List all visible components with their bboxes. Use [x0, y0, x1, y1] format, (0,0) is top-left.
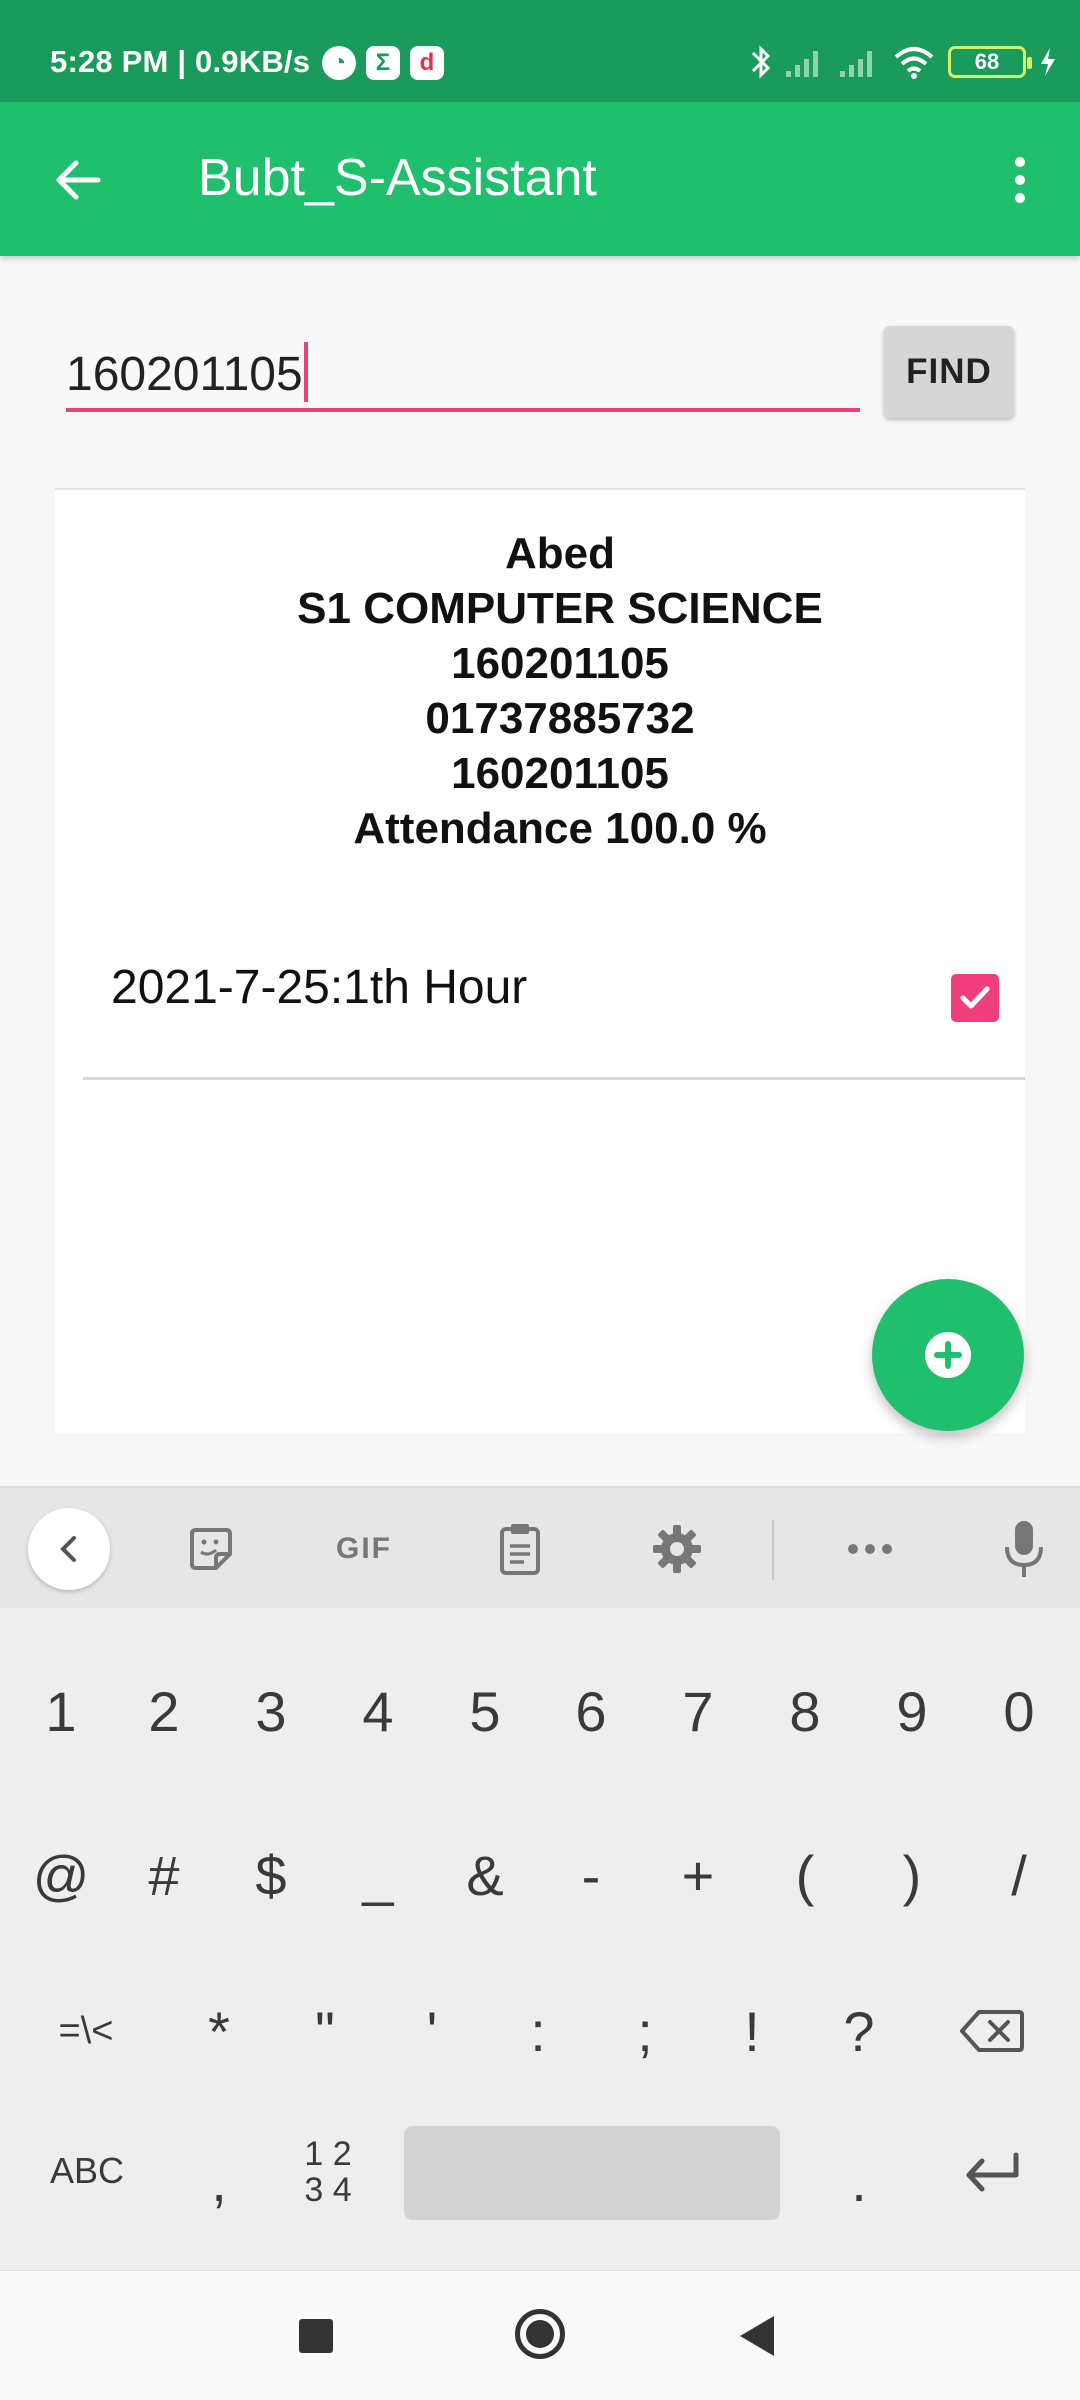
wifi-icon [894, 47, 934, 79]
student-card: Abed S1 COMPUTER SCIENCE 160201105 01737… [55, 488, 1025, 1433]
student-class: S1 COMPUTER SCIENCE [297, 584, 823, 633]
numpad-key[interactable]: 1 2 3 4 [290, 2122, 366, 2222]
text-caret [303, 342, 308, 402]
enter-icon [966, 2152, 1019, 2192]
student-info: Abed S1 COMPUTER SCIENCE 160201105 01737… [55, 526, 1065, 856]
key-semicolon[interactable]: ; [610, 1986, 680, 2076]
add-fab-button[interactable] [872, 1279, 1024, 1431]
ellipsis-icon [848, 1544, 892, 1554]
key-1[interactable]: 1 [26, 1666, 96, 1756]
key-minus[interactable]: - [556, 1830, 626, 1920]
d-app-icon: d [410, 46, 444, 80]
key-3[interactable]: 3 [236, 1666, 306, 1756]
on-screen-keyboard: GIF 1 2 3 4 5 6 7 8 9 0 @ # $ _ & - + ( … [0, 1486, 1080, 2270]
enter-key[interactable] [952, 2126, 1032, 2216]
check-icon [960, 986, 990, 1009]
notification-icons: ◔ Σ d [322, 46, 444, 80]
plus-circle-icon [925, 1332, 971, 1378]
abc-key[interactable]: ABC [28, 2126, 146, 2216]
gif-button[interactable]: GIF [322, 1512, 406, 1586]
key-question[interactable]: ? [824, 1986, 894, 2076]
student-id: 160201105 [451, 639, 669, 688]
clipboard-button[interactable] [490, 1512, 550, 1586]
search-input-value: 160201105 [66, 348, 303, 401]
app-title: Bubt_S-Assistant [198, 149, 597, 207]
space-bar[interactable] [404, 2126, 780, 2220]
microphone-icon [1005, 1521, 1043, 1577]
key-5[interactable]: 5 [450, 1666, 520, 1756]
system-icons: 68 [750, 44, 1058, 80]
back-arrow-icon[interactable] [50, 152, 106, 208]
keyboard-collapse-button[interactable] [28, 1508, 110, 1590]
backspace-icon [960, 2010, 1024, 2052]
key-exclamation[interactable]: ! [717, 1986, 787, 2076]
key-period[interactable]: . [824, 2136, 894, 2226]
attendance-percentage: Attendance 100.0 % [353, 804, 767, 853]
sigma-app-icon: Σ [366, 46, 400, 80]
key-ampersand[interactable]: & [450, 1830, 520, 1920]
numpad-key-top: 1 2 [304, 2135, 352, 2173]
key-at[interactable]: @ [26, 1830, 96, 1920]
student-phone: 01737885732 [425, 694, 695, 743]
key-close-paren[interactable]: ) [877, 1830, 947, 1920]
key-open-paren[interactable]: ( [770, 1830, 840, 1920]
student-id-input[interactable]: 160201105 [66, 328, 860, 412]
key-underscore[interactable]: _ [343, 1830, 413, 1920]
battery-icon: 68 [948, 46, 1032, 78]
app-bar: Bubt_S-Assistant [0, 102, 1080, 256]
clock-app-icon: ◔ [322, 46, 356, 80]
chevron-left-icon [60, 1536, 76, 1562]
system-nav-bar [0, 2270, 1080, 2400]
toolbar-separator [772, 1520, 774, 1580]
attendance-item-label: 2021-7-25:1th Hour [111, 961, 528, 1014]
bluetooth-icon [751, 45, 771, 79]
key-comma[interactable]: , [184, 2136, 254, 2226]
student-roll: 160201105 [451, 749, 669, 798]
key-hash[interactable]: # [129, 1830, 199, 1920]
recents-button[interactable] [299, 2319, 333, 2353]
key-asterisk[interactable]: * [184, 1986, 254, 2076]
key-8[interactable]: 8 [770, 1666, 840, 1756]
key-dollar[interactable]: $ [236, 1830, 306, 1920]
attendance-checkbox[interactable] [951, 974, 999, 1022]
home-button[interactable] [515, 2309, 565, 2359]
more-options-icon[interactable] [1000, 154, 1040, 206]
more-tools-button[interactable] [840, 1512, 900, 1586]
find-button[interactable]: FIND [884, 326, 1014, 418]
voice-input-button[interactable] [994, 1512, 1054, 1586]
status-bar: 5:28 PM | 0.9KB/s ◔ Σ d 68 [0, 0, 1080, 102]
keyboard-settings-button[interactable] [646, 1512, 708, 1586]
search-row: 160201105 FIND [0, 256, 1080, 466]
keyboard-toolbar: GIF [0, 1486, 1080, 1608]
key-colon[interactable]: : [503, 1986, 573, 2076]
key-0[interactable]: 0 [984, 1666, 1054, 1756]
key-6[interactable]: 6 [556, 1666, 626, 1756]
signal-icon-2 [840, 51, 872, 77]
key-double-quote[interactable]: " [290, 1986, 360, 2076]
key-slash[interactable]: / [984, 1830, 1054, 1920]
gear-icon [653, 1525, 701, 1573]
nav-back-button[interactable] [740, 2316, 774, 2356]
key-9[interactable]: 9 [877, 1666, 947, 1756]
clipboard-icon [500, 1524, 540, 1575]
key-more-symbols[interactable]: =\< [28, 1986, 144, 2076]
signal-icon [786, 51, 818, 77]
key-plus[interactable]: + [663, 1830, 733, 1920]
key-4[interactable]: 4 [343, 1666, 413, 1756]
charging-icon [1041, 48, 1055, 76]
backspace-key[interactable] [952, 1986, 1032, 2076]
status-time: 5:28 PM | 0.9KB/s [50, 44, 311, 79]
key-2[interactable]: 2 [129, 1666, 199, 1756]
sticker-icon [190, 1528, 232, 1570]
sticker-button[interactable] [178, 1512, 244, 1586]
key-7[interactable]: 7 [663, 1666, 733, 1756]
student-name: Abed [505, 529, 615, 578]
key-single-quote[interactable]: ' [397, 1986, 467, 2076]
numpad-key-bottom: 3 4 [304, 2171, 352, 2209]
